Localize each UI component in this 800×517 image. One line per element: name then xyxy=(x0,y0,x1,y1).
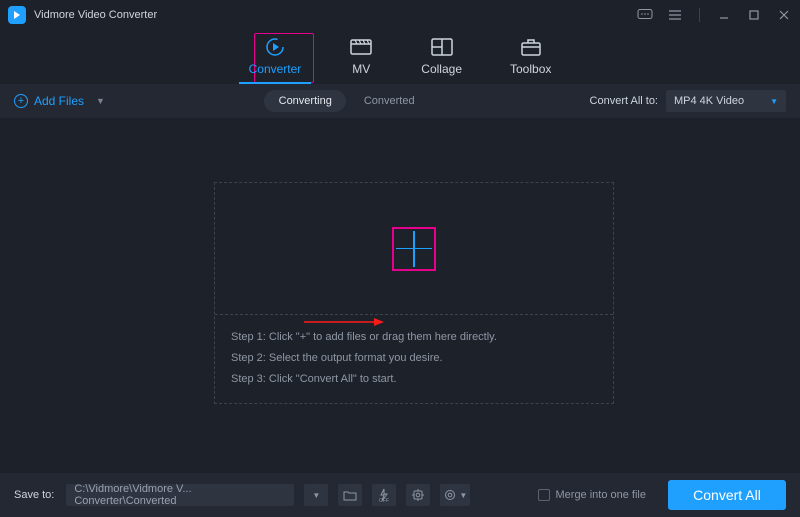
merge-checkbox[interactable]: Merge into one file xyxy=(538,489,647,501)
tab-converted[interactable]: Converted xyxy=(348,90,430,112)
big-plus-icon[interactable] xyxy=(392,227,436,271)
chip-icon xyxy=(411,488,425,502)
output-format-select[interactable]: MP4 4K Video ▼ xyxy=(666,90,786,112)
high-speed-button[interactable] xyxy=(406,484,430,506)
chevron-down-icon: ▼ xyxy=(770,97,778,106)
svg-text:OFF: OFF xyxy=(379,498,389,502)
window-divider xyxy=(699,8,700,22)
output-format-value: MP4 4K Video xyxy=(674,95,744,107)
collage-icon xyxy=(430,36,454,58)
save-to-label: Save to: xyxy=(14,489,54,501)
app-title: Vidmore Video Converter xyxy=(34,9,157,21)
module-tabs: Converter MV Collage Toolbox xyxy=(0,30,800,84)
step-3: Step 3: Click "Convert All" to start. xyxy=(231,369,597,390)
menu-icon[interactable] xyxy=(667,7,683,23)
convert-all-button-label: Convert All xyxy=(693,487,761,503)
add-files-button[interactable]: + Add Files ▼ xyxy=(14,94,105,108)
folder-icon xyxy=(343,489,357,501)
toolbox-icon xyxy=(519,36,543,58)
drop-zone[interactable]: Step 1: Click "+" to add files or drag t… xyxy=(214,182,614,404)
drop-zone-upper xyxy=(215,183,613,315)
tab-label: Collage xyxy=(421,62,462,76)
app-logo xyxy=(8,6,26,24)
convert-all-button[interactable]: Convert All xyxy=(668,480,786,510)
tab-converting-label: Converting xyxy=(279,95,332,107)
checkbox-icon xyxy=(538,489,550,501)
converter-icon xyxy=(263,36,287,58)
chevron-down-icon: ▼ xyxy=(96,96,105,106)
feedback-icon[interactable] xyxy=(637,7,653,23)
tab-label: Toolbox xyxy=(510,62,551,76)
hardware-accel-button[interactable]: OFF xyxy=(372,484,396,506)
mv-icon xyxy=(349,36,373,58)
step-1: Step 1: Click "+" to add files or drag t… xyxy=(231,327,597,348)
save-path-value: C:\Vidmore\Vidmore V... Converter\Conver… xyxy=(74,483,286,507)
maximize-icon[interactable] xyxy=(746,7,762,23)
tab-label: Converter xyxy=(249,62,302,76)
toolbar-row: + Add Files ▼ Converting Converted Conve… xyxy=(0,84,800,118)
window-titlebar: Vidmore Video Converter xyxy=(0,0,800,30)
chevron-down-icon: ▼ xyxy=(312,491,320,500)
open-folder-button[interactable] xyxy=(338,484,362,506)
chevron-down-icon: ▼ xyxy=(459,491,467,500)
save-path-dropdown[interactable]: ▼ xyxy=(304,484,328,506)
main-area: Step 1: Click "+" to add files or drag t… xyxy=(0,118,800,444)
plus-circle-icon: + xyxy=(14,94,28,108)
tab-label: MV xyxy=(352,62,370,76)
settings-button[interactable]: ▼ xyxy=(440,484,470,506)
save-path-field[interactable]: C:\Vidmore\Vidmore V... Converter\Conver… xyxy=(66,484,294,506)
tab-converting[interactable]: Converting xyxy=(264,90,346,112)
step-2: Step 2: Select the output format you des… xyxy=(231,348,597,369)
tab-collage[interactable]: Collage xyxy=(421,36,462,76)
minimize-icon[interactable] xyxy=(716,7,732,23)
convert-all-to-label: Convert All to: xyxy=(590,95,658,107)
merge-label: Merge into one file xyxy=(556,489,647,501)
add-files-label: Add Files xyxy=(34,94,84,108)
tab-toolbox[interactable]: Toolbox xyxy=(510,36,551,76)
tab-converted-label: Converted xyxy=(364,95,415,107)
bolt-off-icon: OFF xyxy=(377,488,391,502)
tab-mv[interactable]: MV xyxy=(349,36,373,76)
instructions: Step 1: Click "+" to add files or drag t… xyxy=(215,315,613,402)
bottom-bar: Save to: C:\Vidmore\Vidmore V... Convert… xyxy=(0,473,800,517)
gear-icon xyxy=(443,488,457,502)
close-icon[interactable] xyxy=(776,7,792,23)
tab-converter[interactable]: Converter xyxy=(249,36,302,76)
